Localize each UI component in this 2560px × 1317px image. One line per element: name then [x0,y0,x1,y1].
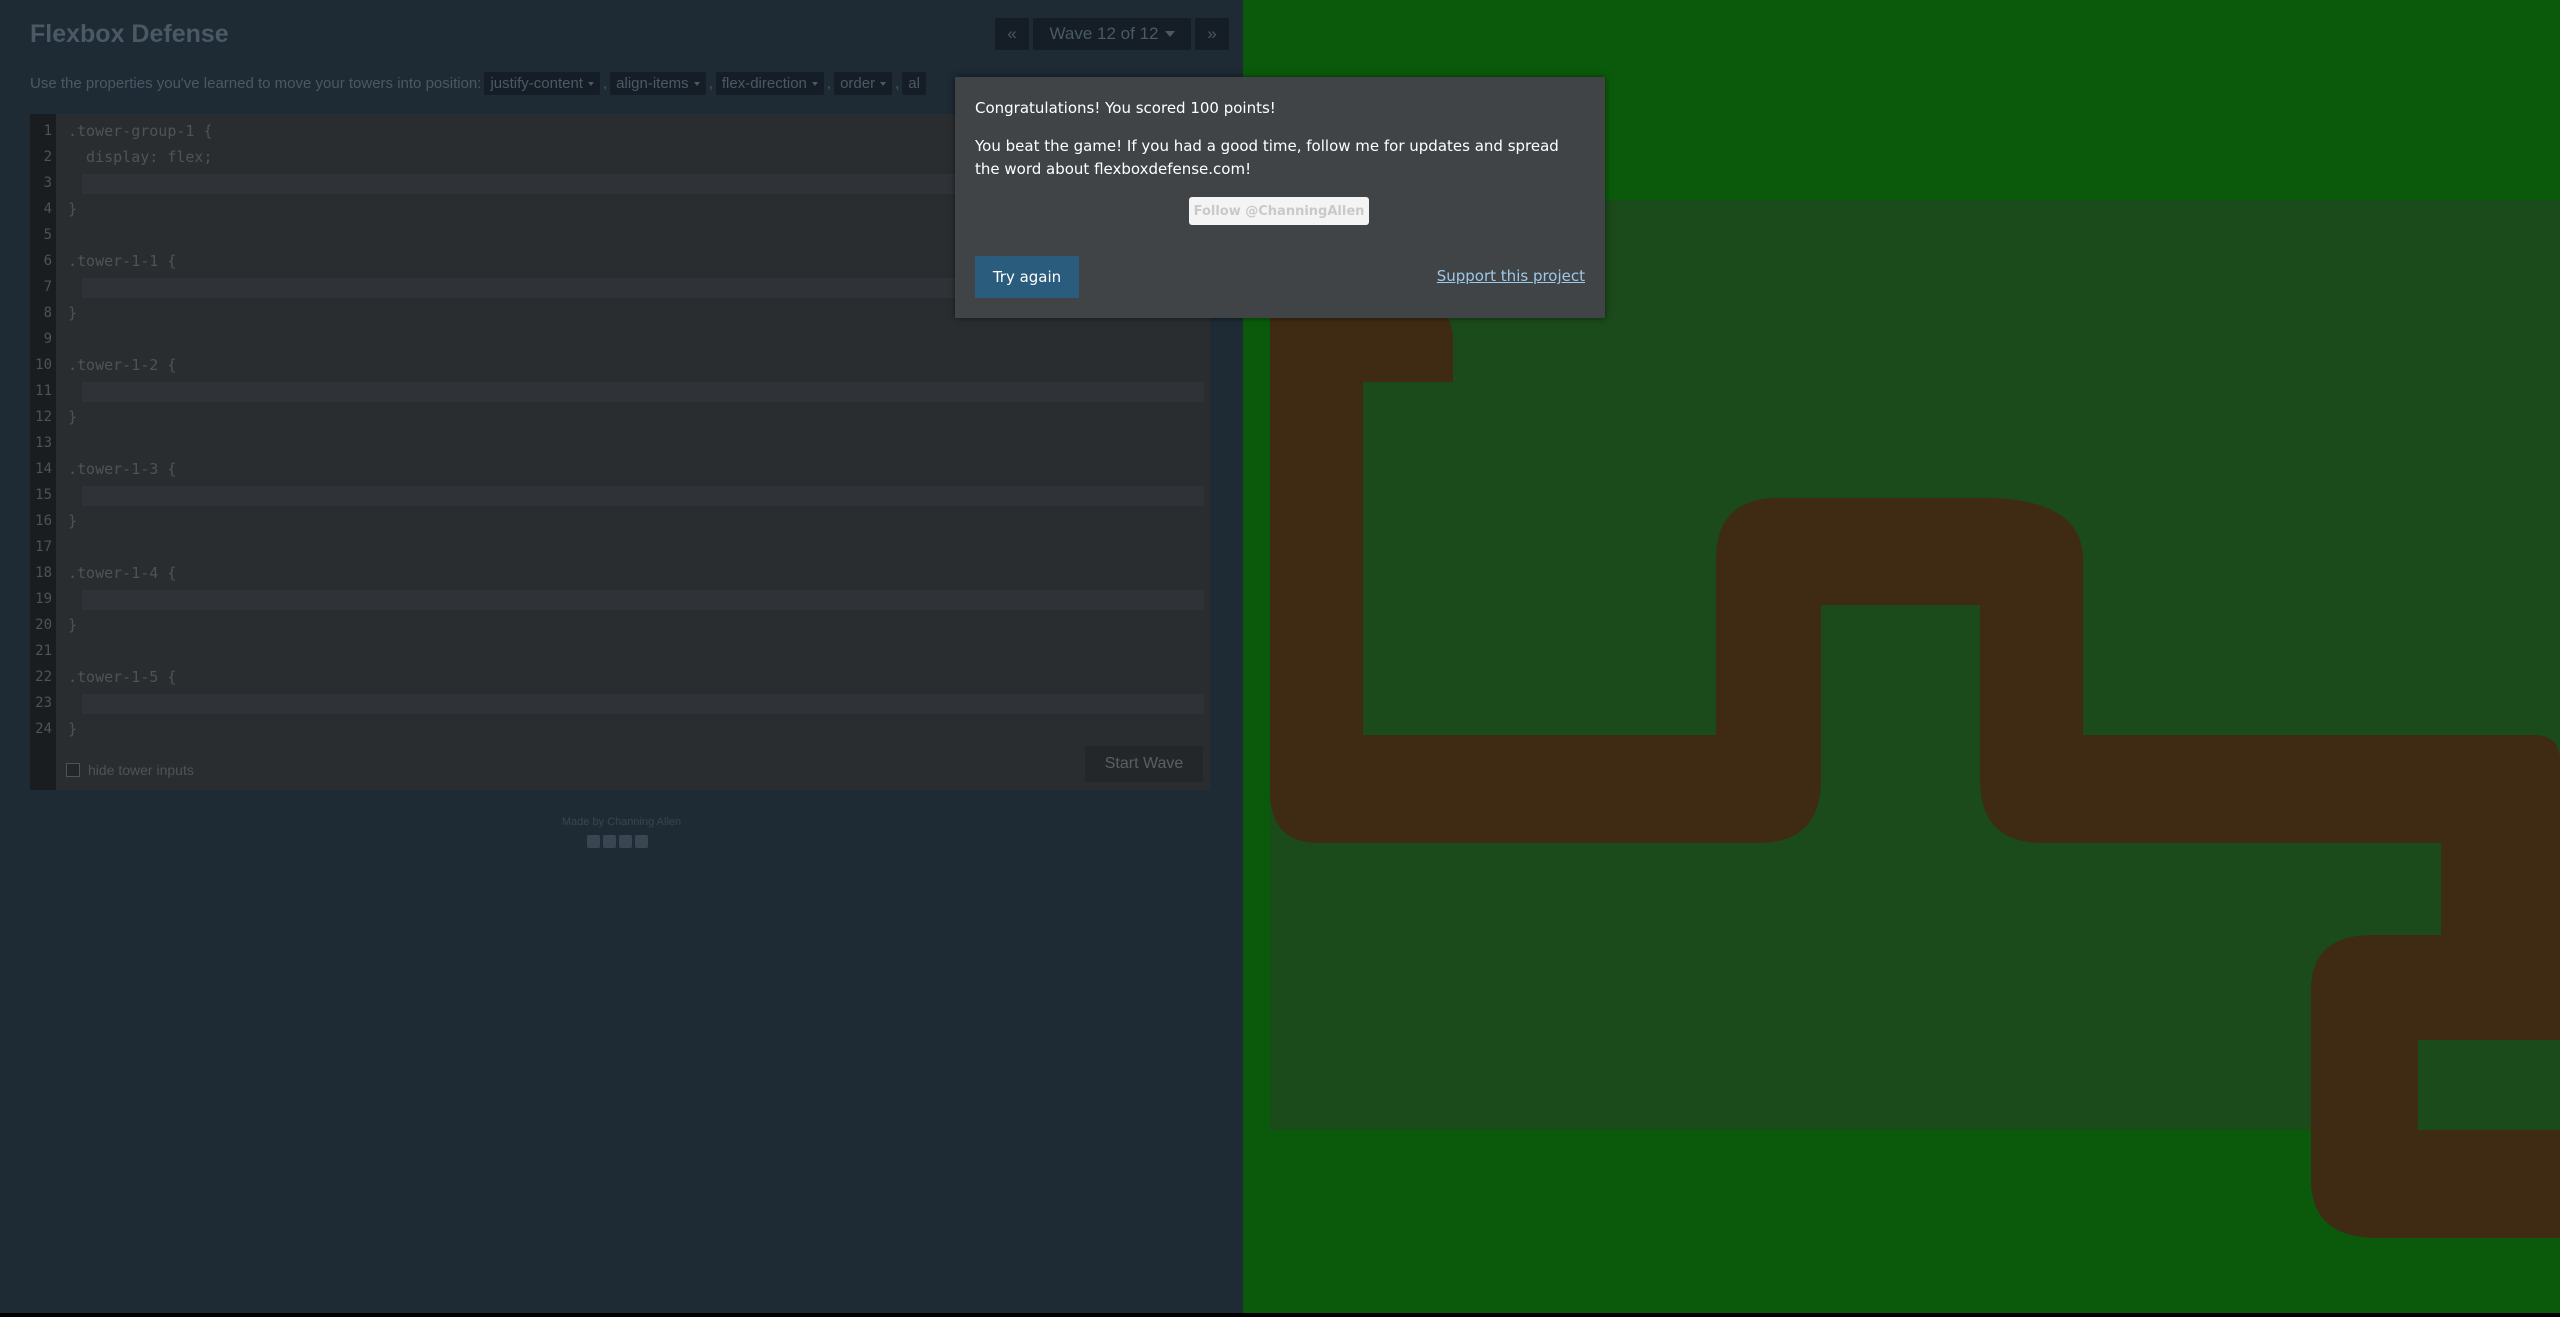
tower-input[interactable] [82,486,1204,506]
editor-line: 15 [30,482,1210,508]
chevron-down-icon [1164,31,1175,37]
property-align-self[interactable]: al [902,72,926,95]
facebook-icon[interactable] [587,835,600,848]
line-number: 16 [35,513,52,529]
victory-modal: Congratulations! You scored 100 points! … [955,77,1605,318]
line-number: 13 [35,435,52,451]
line-number: 20 [35,617,52,633]
beat-game-text: You beat the game! If you had a good tim… [975,137,1559,178]
editor-line: 10 .tower-1-2 { [30,352,1210,378]
editor-line: 24} [30,716,1210,742]
property-justify-content[interactable]: justify-content [484,72,600,95]
code-text: .tower-1-3 { [68,460,177,478]
editor-line: 13 [30,430,1210,456]
code-text: .tower-1-5 { [68,668,177,686]
prev-wave-button[interactable]: « [995,18,1029,50]
tower-input[interactable] [82,694,1204,714]
editor-line: 20} [30,612,1210,638]
line-number: 10 [35,357,52,373]
editor-line: 9 [30,326,1210,352]
editor-line: 23 [30,690,1210,716]
line-number: 22 [35,669,52,685]
code-text: .tower-1-1 { [68,252,177,270]
instructions-text: Use the properties you've learned to mov… [30,75,482,92]
line-number: 4 [43,201,52,217]
congrats-text: Congratulations! You scored 100 points! [975,99,1276,117]
credit-text: Made by Channing Allen [561,816,682,828]
next-wave-button[interactable]: » [1195,18,1229,50]
editor-line: 17 [30,534,1210,560]
wave-selector[interactable]: Wave 12 of 12 [1033,18,1191,50]
code-text: .tower-1-4 { [68,564,177,582]
line-number: 6 [43,253,52,269]
twitter-icon[interactable] [603,835,616,848]
hide-inputs-toggle[interactable]: hide tower inputs [66,762,194,778]
editor-line: 11 [30,378,1210,404]
linkedin-icon[interactable] [619,835,632,848]
editor-line: 16} [30,508,1210,534]
social-links [587,835,648,848]
line-number: 5 [43,227,52,243]
tower-input[interactable] [82,382,1204,402]
page-title: Flexbox Defense [30,20,229,48]
line-number: 18 [35,565,52,581]
try-again-button[interactable]: Try again [975,256,1079,298]
code-text: .tower-group-1 { [68,122,213,140]
editor-line: 19 [30,586,1210,612]
code-text: .tower-1-2 { [68,356,177,374]
property-order[interactable]: order [834,72,893,95]
github-icon[interactable] [635,835,648,848]
line-number: 3 [43,175,52,191]
instructions: Use the properties you've learned to mov… [30,72,926,95]
code-text: } [68,200,78,218]
line-number: 21 [35,643,52,659]
wave-label: Wave 12 of 12 [1049,24,1159,43]
editor-line: 22 .tower-1-5 { [30,664,1210,690]
follow-button[interactable]: Follow @ChanningAllen [1189,197,1369,225]
property-flex-direction[interactable]: flex-direction [715,72,824,95]
line-number: 24 [35,721,52,737]
start-wave-button[interactable]: Start Wave [1085,746,1203,782]
line-number: 15 [35,487,52,503]
editor-line: 12} [30,404,1210,430]
checkbox[interactable] [66,763,80,777]
line-number: 23 [35,695,52,711]
code-text: display: flex; [68,148,213,166]
line-number: 19 [35,591,52,607]
code-text: } [68,616,78,634]
property-align-items[interactable]: align-items [610,72,706,95]
line-number: 8 [43,305,52,321]
editor-line: 14 .tower-1-3 { [30,456,1210,482]
code-text: } [68,408,78,426]
line-number: 11 [35,383,52,399]
line-number: 17 [35,539,52,555]
line-number: 12 [35,409,52,425]
line-number: 7 [43,279,52,295]
line-number: 9 [43,331,52,347]
editor-line: 18 .tower-1-4 { [30,560,1210,586]
code-text: } [68,720,78,738]
support-link[interactable]: Support this project [1437,267,1585,285]
wave-navigation: « Wave 12 of 12 » [995,18,1229,50]
line-number: 14 [35,461,52,477]
enemy-path-shape [1270,300,2560,1238]
line-number: 1 [43,123,52,139]
tower-input[interactable] [82,590,1204,610]
editor-line: 21 [30,638,1210,664]
code-text: } [68,304,78,322]
line-number: 2 [43,149,52,165]
code-text: } [68,512,78,530]
hide-inputs-label: hide tower inputs [88,762,194,778]
